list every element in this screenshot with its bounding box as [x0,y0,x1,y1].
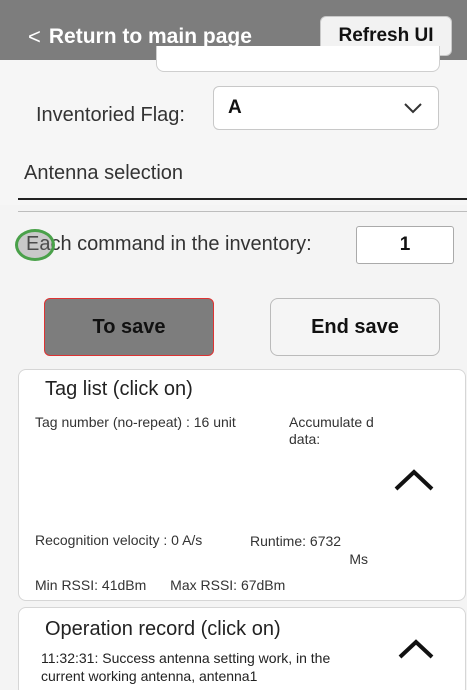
each-command-input[interactable]: 1 [356,226,454,264]
accumulated-data: Accumulate d data: [289,414,374,447]
chevron-left-icon: < [28,24,41,49]
tag-number: Tag number (no-repeat) : 16 unit [35,414,236,430]
chevron-up-icon[interactable] [393,468,435,492]
inventoried-flag-value: A [228,97,242,118]
tag-list-card[interactable]: Tag list (click on) Tag number (no-repea… [18,369,466,601]
rssi-stats: Min RSSI: 41dBm Max RSSI: 67dBm [35,577,285,593]
operation-record-text: 11:32:31: Success antenna setting work, … [41,650,331,684]
each-command-label: Each command in the inventory: [26,233,312,255]
partially-visible-field[interactable] [156,46,440,72]
operation-record-title[interactable]: Operation record (click on) [45,618,281,641]
antenna-selection-label: Antenna selection [24,162,184,184]
runtime: Runtime: 6732 Ms [250,532,380,568]
min-rssi: Min RSSI: 41dBm [35,577,147,593]
operation-record-card[interactable]: Operation record (click on) 11:32:31: Su… [18,607,466,690]
chevron-down-icon [404,102,422,113]
runtime-value: Runtime: 6732 [250,533,342,549]
end-save-button[interactable]: End save [270,298,440,356]
tag-list-title[interactable]: Tag list (click on) [45,378,193,401]
max-rssi: Max RSSI: 67dBm [170,577,286,593]
divider [18,198,467,200]
inventoried-flag-select[interactable]: A [213,86,439,130]
runtime-unit: Ms [349,551,368,567]
touch-indicator-icon [15,229,55,261]
inventoried-flag-label: Inventoried Flag: [36,104,185,126]
recognition-velocity: Recognition velocity : 0 A/s [35,532,203,548]
chevron-up-icon[interactable] [397,638,435,660]
divider [18,211,467,212]
to-save-button[interactable]: To save [44,298,214,356]
